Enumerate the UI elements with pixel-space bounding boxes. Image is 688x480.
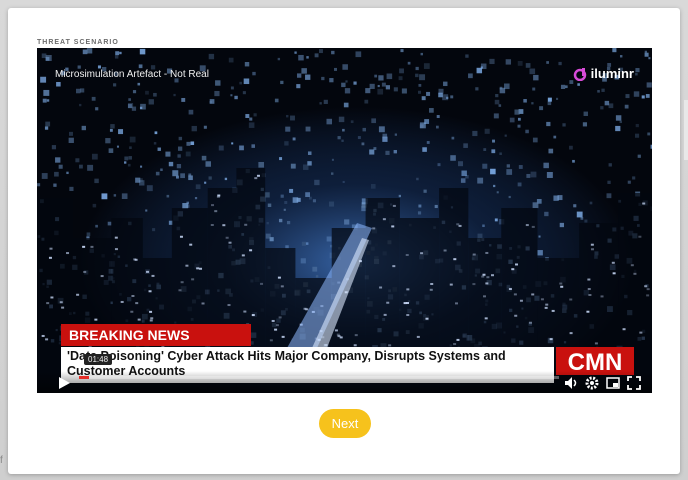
background-text-fragment: f: [0, 455, 3, 466]
fullscreen-icon[interactable]: [627, 376, 641, 390]
section-label: THREAT SCENARIO: [37, 39, 119, 46]
time-tooltip: 01:48: [84, 354, 113, 365]
progress-fill: [79, 376, 89, 379]
iluminr-logo-icon: [573, 67, 586, 81]
breaking-news-banner: BREAKING NEWS: [61, 324, 251, 346]
background-panel-edge: [684, 100, 688, 160]
miniplayer-icon[interactable]: [606, 376, 620, 390]
next-button[interactable]: Next: [319, 409, 371, 438]
video-title: Microsimulation Artefact - Not Real: [55, 69, 209, 80]
progress-bar[interactable]: [79, 376, 559, 379]
modal-card: THREAT SCENARIO Microsimulation Artefact…: [8, 8, 680, 474]
player-controls: [37, 371, 652, 393]
video-player[interactable]: Microsimulation Artefact - Not Real ilum…: [37, 48, 652, 393]
brand-name: iluminr: [590, 66, 634, 81]
volume-icon[interactable]: [564, 376, 578, 390]
brand-logo: iluminr: [573, 66, 634, 81]
play-icon[interactable]: [57, 376, 71, 390]
settings-gear-icon[interactable]: [585, 376, 599, 390]
